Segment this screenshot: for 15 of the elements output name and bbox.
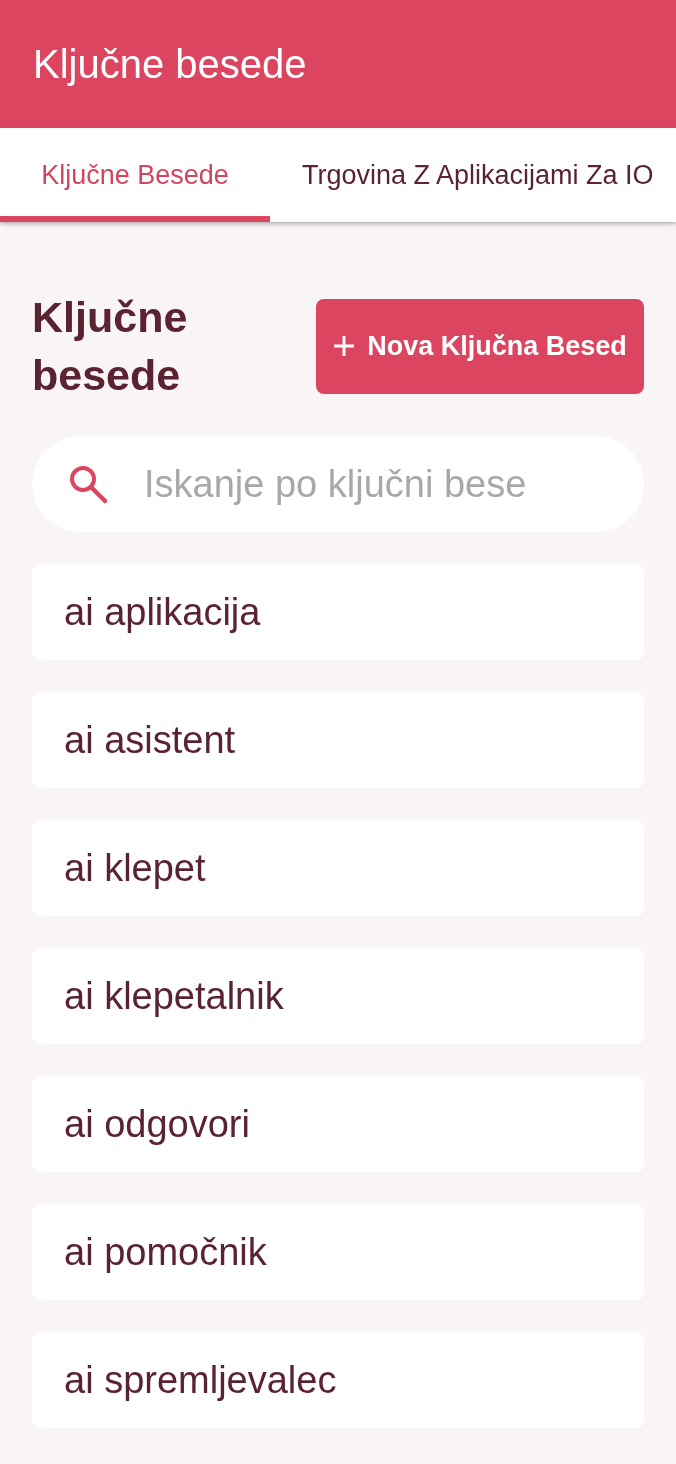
tab[interactable]: Trgovina Z Aplikacijami Za IO	[270, 128, 676, 222]
new-keyword-button[interactable]: Nova Ključna Besed	[316, 298, 644, 394]
keyword-item[interactable]: ai pomočnik	[32, 1204, 644, 1300]
search-icon	[68, 464, 108, 504]
page-heading: Ključne besede	[32, 292, 189, 401]
search-field[interactable]: Iskanje po ključni bese	[32, 436, 644, 532]
tab[interactable]: Ključne Besede	[0, 128, 270, 222]
app-bar-title: Ključne besede	[33, 41, 307, 88]
keyword-item[interactable]: ai spremljevalec	[32, 1332, 644, 1428]
keyword-item[interactable]: ai odgovori	[32, 1076, 644, 1172]
keyword-item[interactable]: ai aplikacija	[32, 564, 644, 660]
keyword-item[interactable]: ai asistent	[32, 692, 644, 788]
keyword-item[interactable]: ai klepetalnik	[32, 948, 644, 1044]
plus-icon	[333, 335, 356, 357]
keyword-item[interactable]: ai klepet	[32, 820, 644, 916]
